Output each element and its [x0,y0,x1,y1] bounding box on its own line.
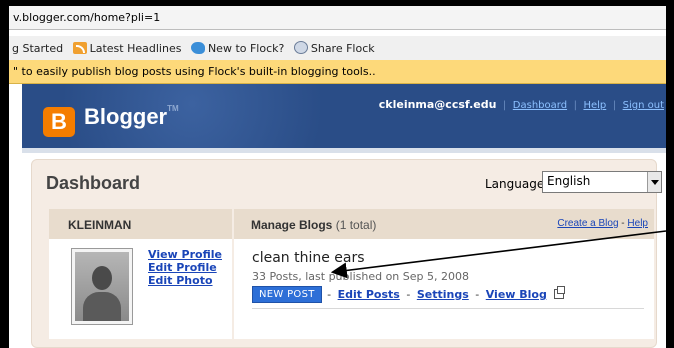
bookmark-latest-headlines[interactable]: Latest Headlines [72,41,181,55]
language-label: Language: [485,177,549,191]
url-text[interactable]: v.blogger.com/home?pli=1 [13,11,160,24]
black-frame-left [0,0,9,348]
view-blog-link[interactable]: View Blog [486,288,547,301]
dashboard-link[interactable]: Dashboard [513,100,567,111]
edit-posts-link[interactable]: Edit Posts [338,288,400,301]
share-icon [293,41,308,54]
bookmarks-toolbar: g Started Latest Headlines New to Flock?… [9,36,666,60]
new-window-icon[interactable] [554,285,566,299]
blogger-logo-icon[interactable]: B [43,107,75,137]
blogs-help-link[interactable]: Help [627,218,648,229]
language-select[interactable]: English [542,171,662,193]
separator: - [621,218,625,229]
bookmark-getting-started[interactable]: g Started [12,42,63,55]
flock-bird-icon [190,41,205,54]
separator: - [327,287,332,301]
profile-header: KLEINMAN [49,209,232,239]
blog-list: clean thine ears 33 Posts, last publishe… [234,239,654,339]
profile-links: View Profile Edit Profile Edit Photo [148,248,222,287]
view-profile-link[interactable]: View Profile [148,248,222,261]
blog-meta: 33 Posts, last published on Sep 5, 2008 [252,270,469,283]
create-blog-link[interactable]: Create a Blog [557,218,618,229]
blog-count: (1 total) [335,218,377,232]
rss-icon [72,41,87,54]
trademark: TM [167,104,179,113]
manage-blogs-header: Manage Blogs (1 total) Create a Blog - H… [234,209,654,239]
settings-link[interactable]: Settings [417,288,469,301]
info-bar-text: " to easily publish blog posts using Flo… [13,65,376,78]
silhouette-body [83,292,121,321]
page-body: Dashboard Language: English KLEINMAN Man… [22,153,666,348]
dashboard-panel: Dashboard Language: English KLEINMAN Man… [31,159,662,348]
manage-blogs-title: Manage Blogs [251,218,333,232]
sign-out-link[interactable]: Sign out [623,100,664,111]
user-nav: ckleinma@ccsf.edu | Dashboard | Help | S… [379,98,664,111]
separator: - [475,287,480,301]
manage-blogs-links: Create a Blog - Help [557,218,648,229]
page-title: Dashboard [46,173,141,193]
language-value: English [547,174,591,188]
blog-title[interactable]: clean thine ears [252,250,365,266]
edit-photo-link[interactable]: Edit Photo [148,274,222,287]
default-person-icon [75,252,129,321]
black-frame-right [666,0,674,348]
chevron-down-icon[interactable] [647,172,661,192]
divider [252,308,644,309]
help-link[interactable]: Help [583,100,606,111]
separator: | [502,100,507,111]
bookmark-new-to-flock[interactable]: New to Flock? [190,41,284,55]
address-bar[interactable]: v.blogger.com/home?pli=1 [9,6,666,30]
blog-actions: NEW POST - Edit Posts - Settings - View … [252,285,566,303]
profile-name: KLEINMAN [68,218,132,232]
profile-section: View Profile Edit Profile Edit Photo [49,239,232,339]
avatar[interactable] [71,248,133,325]
new-post-button[interactable]: NEW POST [252,286,322,303]
separator: - [406,287,411,301]
edit-profile-link[interactable]: Edit Profile [148,261,222,274]
separator: | [573,100,577,111]
user-email: ckleinma@ccsf.edu [378,98,497,111]
blogger-logo-text[interactable]: BloggerTM [84,104,179,130]
blogger-header: B BloggerTM ckleinma@ccsf.edu | Dashboar… [22,84,666,148]
bookmark-share-flock[interactable]: Share Flock [293,41,375,55]
separator: | [612,100,617,111]
info-bar[interactable]: " to easily publish blog posts using Flo… [9,60,666,84]
silhouette-head [92,266,112,290]
